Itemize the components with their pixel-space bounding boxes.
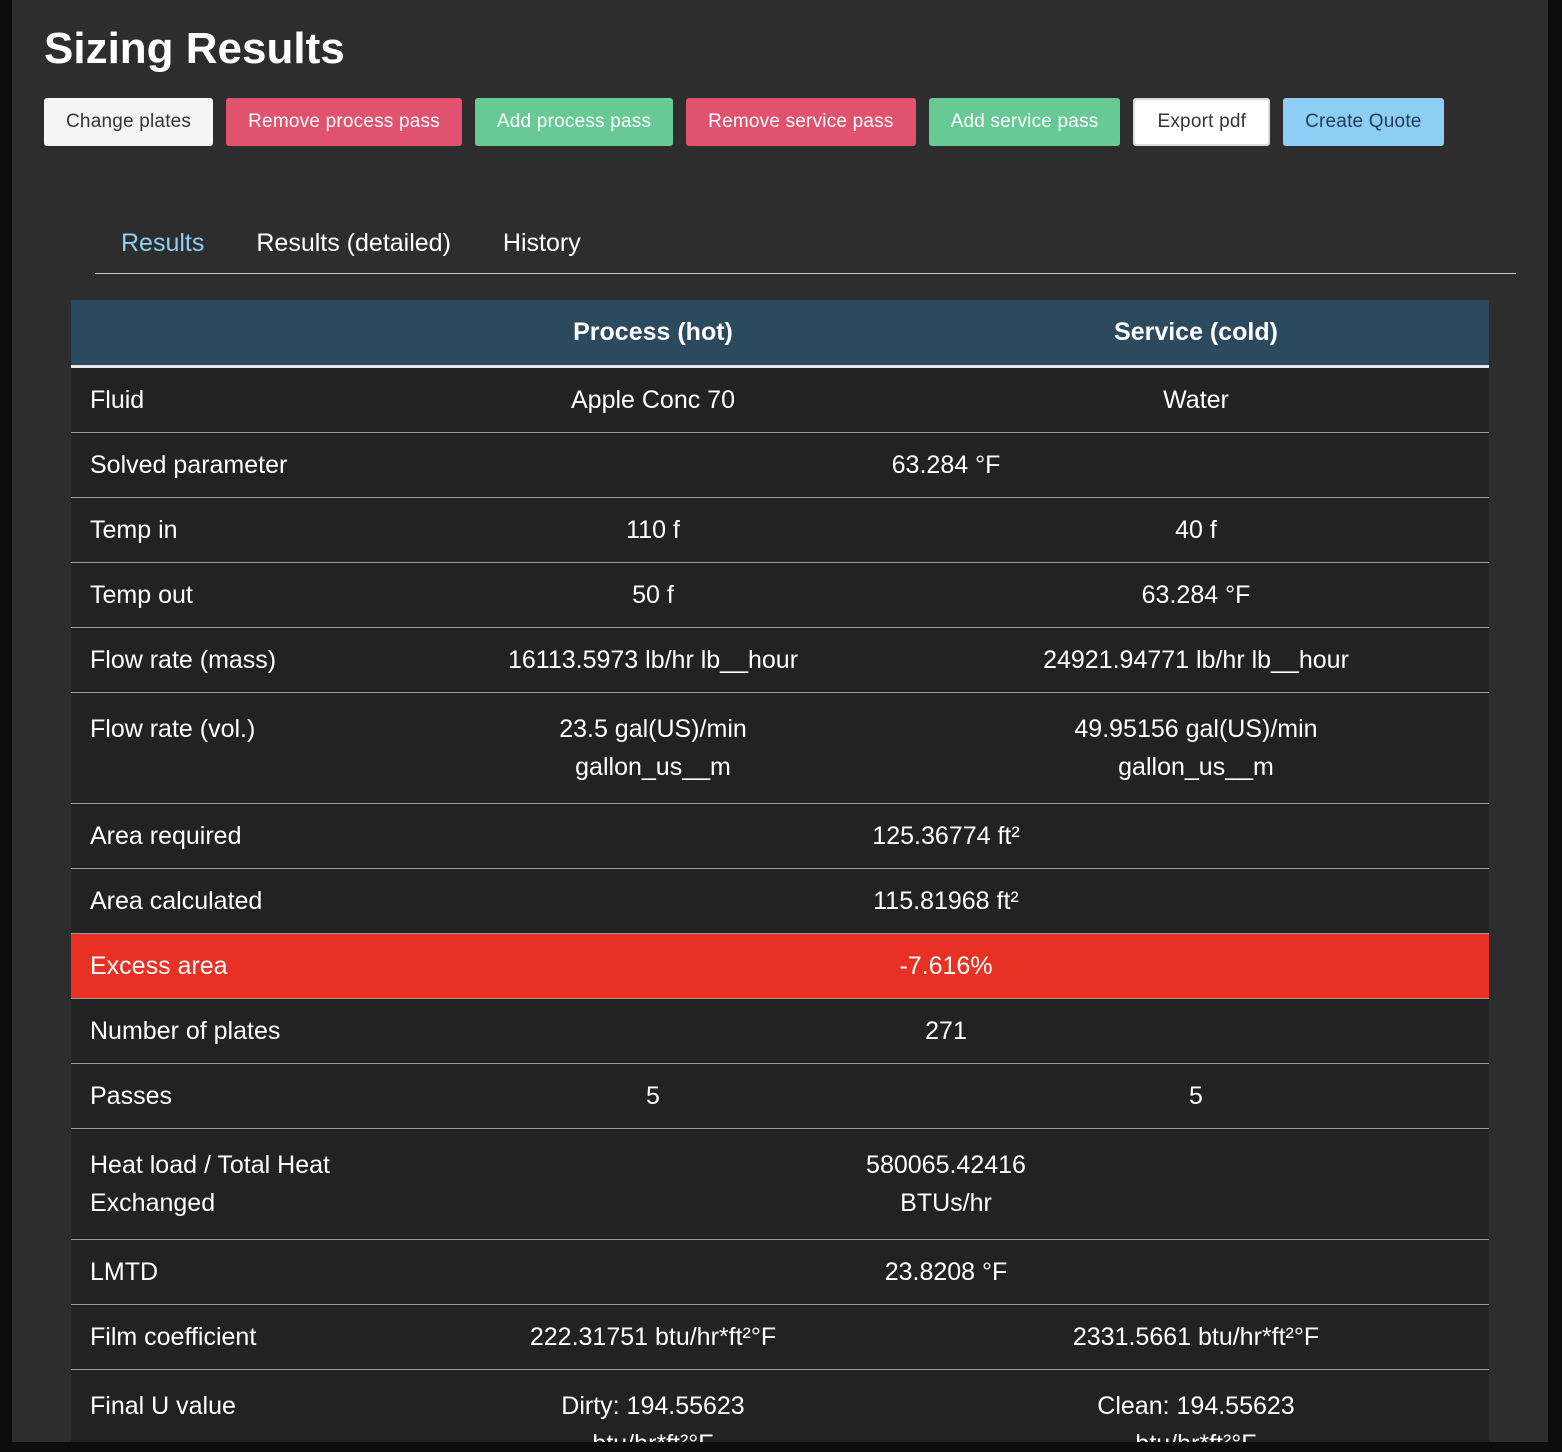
table-row: Heat load / Total Heat Exchanged 580065.… (71, 1128, 1489, 1240)
table-row: Temp out 50 f 63.284 °F (71, 562, 1489, 628)
row-label: Flow rate (vol.) (71, 692, 403, 804)
fluid-process: Apple Conc 70 (403, 366, 903, 433)
row-label: Temp out (71, 562, 403, 628)
row-label: Flow rate (mass) (71, 627, 403, 693)
table-row: Flow rate (mass) 16113.5973 lb/hr lb__ho… (71, 627, 1489, 693)
change-plates-button[interactable]: Change plates (44, 98, 214, 146)
flow-vol-process-line-1: 23.5 gal(US)/min (559, 714, 747, 743)
lmtd-value: 23.8208 °F (403, 1239, 1489, 1305)
table-row: Passes 5 5 (71, 1063, 1489, 1129)
heat-load-value: 580065.42416 BTUs/hr (403, 1128, 1489, 1240)
row-label: LMTD (71, 1239, 403, 1305)
heat-load-label-line-2: Exchanged (90, 1188, 216, 1217)
results-tabs: Results Results (detailed) History (95, 216, 1516, 274)
table-row: Fluid Apple Conc 70 Water (71, 366, 1489, 433)
tab-results[interactable]: Results (95, 216, 230, 273)
table-row: Solved parameter 63.284 °F (71, 432, 1489, 498)
row-label: Area required (71, 803, 403, 869)
row-label: Film coefficient (71, 1304, 403, 1370)
flow-vol-service-line-1: 49.95156 gal(US)/min (1074, 714, 1318, 743)
table-row: Film coefficient 222.31751 btu/hr*ft²°F … (71, 1304, 1489, 1370)
flow-mass-process: 16113.5973 lb/hr lb__hour (403, 627, 903, 693)
flow-vol-service: 49.95156 gal(US)/min gallon_us__m (903, 692, 1489, 804)
sizing-results-panel: Sizing Results Change plates Remove proc… (12, 0, 1548, 1442)
table-row-excess-area: Excess area -7.616% (71, 933, 1489, 999)
row-label: Number of plates (71, 998, 403, 1064)
add-process-pass-button[interactable]: Add process pass (474, 98, 674, 146)
table-row: LMTD 23.8208 °F (71, 1239, 1489, 1305)
export-pdf-button[interactable]: Export pdf (1133, 98, 1271, 146)
header-service: Service (cold) (903, 300, 1489, 368)
table-header-row: Process (hot) Service (cold) (71, 300, 1489, 368)
final-u-process-line-1: Dirty: 194.55623 (561, 1391, 745, 1420)
area-calculated-value: 115.81968 ft² (403, 868, 1489, 934)
table-row: Area required 125.36774 ft² (71, 803, 1489, 869)
tab-results-detailed[interactable]: Results (detailed) (230, 216, 477, 273)
create-quote-button[interactable]: Create Quote (1283, 98, 1444, 146)
temp-in-service: 40 f (903, 497, 1489, 563)
temp-out-service: 63.284 °F (903, 562, 1489, 628)
remove-service-pass-button[interactable]: Remove service pass (686, 98, 916, 146)
add-service-pass-button[interactable]: Add service pass (928, 98, 1121, 146)
header-process: Process (hot) (403, 300, 903, 368)
temp-out-process: 50 f (403, 562, 903, 628)
table-row: Final U value Dirty: 194.55623 btu/hr*ft… (71, 1369, 1489, 1442)
page-title: Sizing Results (44, 24, 345, 73)
passes-service: 5 (903, 1063, 1489, 1129)
flow-vol-service-line-2: gallon_us__m (1118, 752, 1274, 781)
final-u-service-line-2: btu/hr*ft²°F (922, 1425, 1470, 1443)
row-label: Final U value (71, 1369, 403, 1442)
flow-vol-process: 23.5 gal(US)/min gallon_us__m (403, 692, 903, 804)
row-label: Area calculated (71, 868, 403, 934)
row-label: Temp in (71, 497, 403, 563)
film-coeff-service: 2331.5661 btu/hr*ft²°F (903, 1304, 1489, 1370)
toolbar: Change plates Remove process pass Add pr… (44, 98, 1444, 146)
row-label: Excess area (71, 933, 403, 999)
heat-load-value-line-2: BTUs/hr (900, 1188, 992, 1217)
row-label: Fluid (71, 366, 403, 433)
solved-value: 63.284 °F (403, 432, 1489, 498)
fluid-service: Water (903, 366, 1489, 433)
table-row: Area calculated 115.81968 ft² (71, 868, 1489, 934)
temp-in-process: 110 f (403, 497, 903, 563)
tab-history[interactable]: History (477, 216, 607, 273)
row-label: Solved parameter (71, 432, 403, 498)
film-coeff-process: 222.31751 btu/hr*ft²°F (403, 1304, 903, 1370)
flow-mass-service: 24921.94771 lb/hr lb__hour (903, 627, 1489, 693)
results-table: Process (hot) Service (cold) Fluid Apple… (71, 300, 1489, 1442)
passes-process: 5 (403, 1063, 903, 1129)
header-label (71, 300, 403, 368)
excess-area-value: -7.616% (403, 933, 1489, 999)
flow-vol-process-line-2: gallon_us__m (575, 752, 731, 781)
row-label: Heat load / Total Heat Exchanged (71, 1128, 403, 1240)
table-row: Temp in 110 f 40 f (71, 497, 1489, 563)
row-label: Passes (71, 1063, 403, 1129)
remove-process-pass-button[interactable]: Remove process pass (226, 98, 462, 146)
heat-load-label-line-1: Heat load / Total Heat (90, 1150, 330, 1179)
final-u-process-line-2: btu/hr*ft²°F (422, 1425, 884, 1443)
table-row: Flow rate (vol.) 23.5 gal(US)/min gallon… (71, 692, 1489, 804)
table-row: Number of plates 271 (71, 998, 1489, 1064)
final-u-service-line-1: Clean: 194.55623 (1097, 1391, 1295, 1420)
area-required-value: 125.36774 ft² (403, 803, 1489, 869)
final-u-process: Dirty: 194.55623 btu/hr*ft²°F (403, 1369, 903, 1442)
num-plates-value: 271 (403, 998, 1489, 1064)
heat-load-value-line-1: 580065.42416 (866, 1150, 1026, 1179)
final-u-service: Clean: 194.55623 btu/hr*ft²°F (903, 1369, 1489, 1442)
